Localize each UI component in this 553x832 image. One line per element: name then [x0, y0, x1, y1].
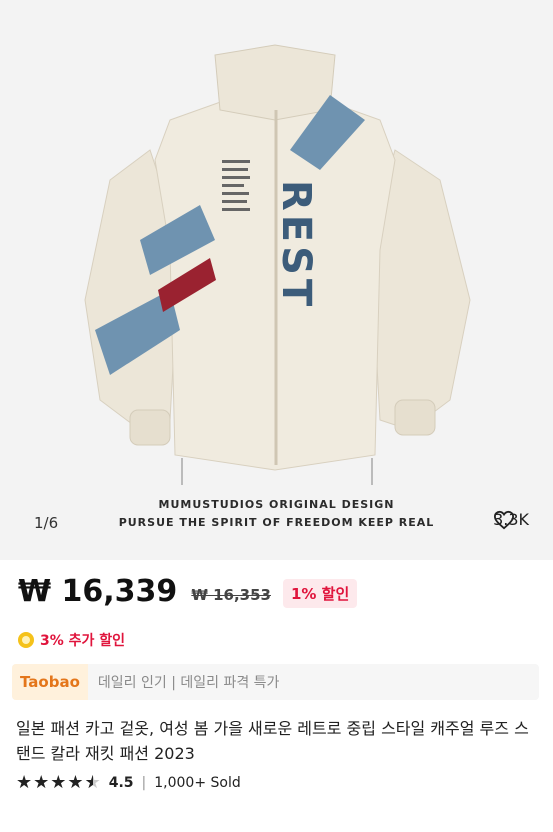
star-icon: ★: [33, 772, 50, 793]
jacket-print-text: REST: [273, 180, 319, 310]
product-image-gallery[interactable]: REST MUMUSTUDIOS ORIGINAL DESIGN PURSUE …: [0, 0, 553, 560]
promo-text: 데일리 인기 | 데일리 파격 특가: [97, 675, 280, 691]
star-icon: ★: [16, 772, 33, 793]
image-tagline-1: MUMUSTUDIOS ORIGINAL DESIGN: [158, 498, 395, 511]
current-price: ₩ 16,339: [18, 574, 178, 609]
sold-count: 1,000+ Sold: [154, 775, 241, 791]
discount-badge: 1% 할인: [282, 579, 358, 608]
extra-discount[interactable]: 3% 추가 할인: [18, 630, 125, 650]
star-icon: ★: [67, 772, 84, 793]
image-tagline-2: PURSUE THE SPIRIT OF FREEDOM KEEP REAL: [118, 516, 435, 529]
price-row: ₩ 16,339 ₩ 16,353 1% 할인: [18, 574, 358, 609]
taobao-badge: Taobao: [12, 664, 88, 700]
rating-row[interactable]: ★ ★ ★ ★ ★ 4.5 | 1,000+ Sold: [16, 772, 241, 793]
star-icon: ★: [50, 772, 67, 793]
promo-banner[interactable]: Taobao 데일리 인기 | 데일리 파격 특가: [12, 664, 539, 700]
jacket-image: REST: [84, 44, 471, 485]
rating-score: 4.5: [108, 775, 134, 791]
image-counter: 1/6: [34, 514, 59, 532]
coin-icon: [18, 632, 34, 648]
rating-separator: |: [141, 775, 147, 791]
like-button[interactable]: 3.3K: [493, 510, 529, 530]
heart-icon[interactable]: [493, 510, 515, 530]
rating-stars: ★ ★ ★ ★ ★: [16, 772, 101, 793]
product-title: 일본 패션 카고 겉옷, 여성 봄 가을 새로운 레트로 중립 스타일 캐주얼 …: [16, 719, 529, 763]
half-star-icon: ★: [85, 774, 101, 793]
extra-discount-label: 3% 추가 할인: [40, 633, 126, 649]
original-price: ₩ 16,353: [191, 585, 271, 604]
